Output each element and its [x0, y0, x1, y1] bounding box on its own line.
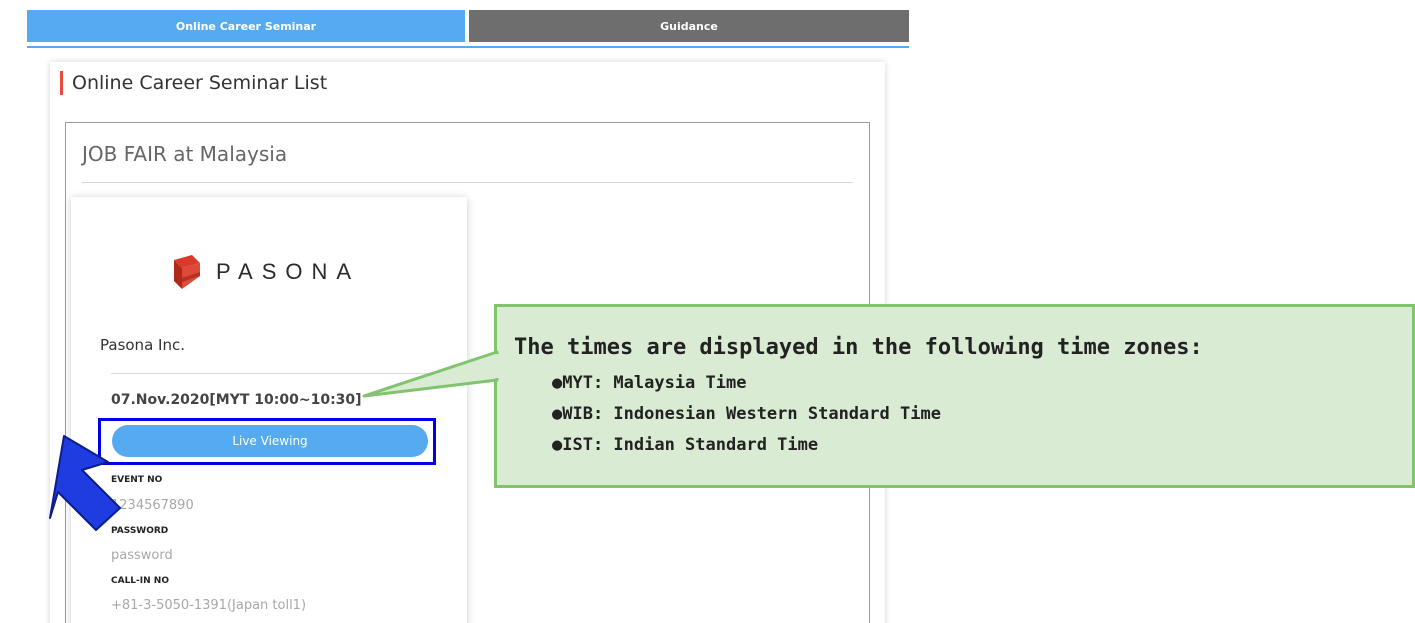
- timezone-item-wib: ●WIB: Indonesian Western Standard Time: [552, 404, 941, 424]
- page: Online Career Seminar Guidance Online Ca…: [0, 0, 1415, 623]
- timezone-callout: [494, 304, 1415, 488]
- timezone-item-myt: ●MYT: Malaysia Time: [552, 373, 747, 393]
- timezone-item-ist: ●IST: Indian Standard Time: [552, 435, 819, 455]
- callout-heading: The times are displayed in the following…: [514, 335, 1203, 360]
